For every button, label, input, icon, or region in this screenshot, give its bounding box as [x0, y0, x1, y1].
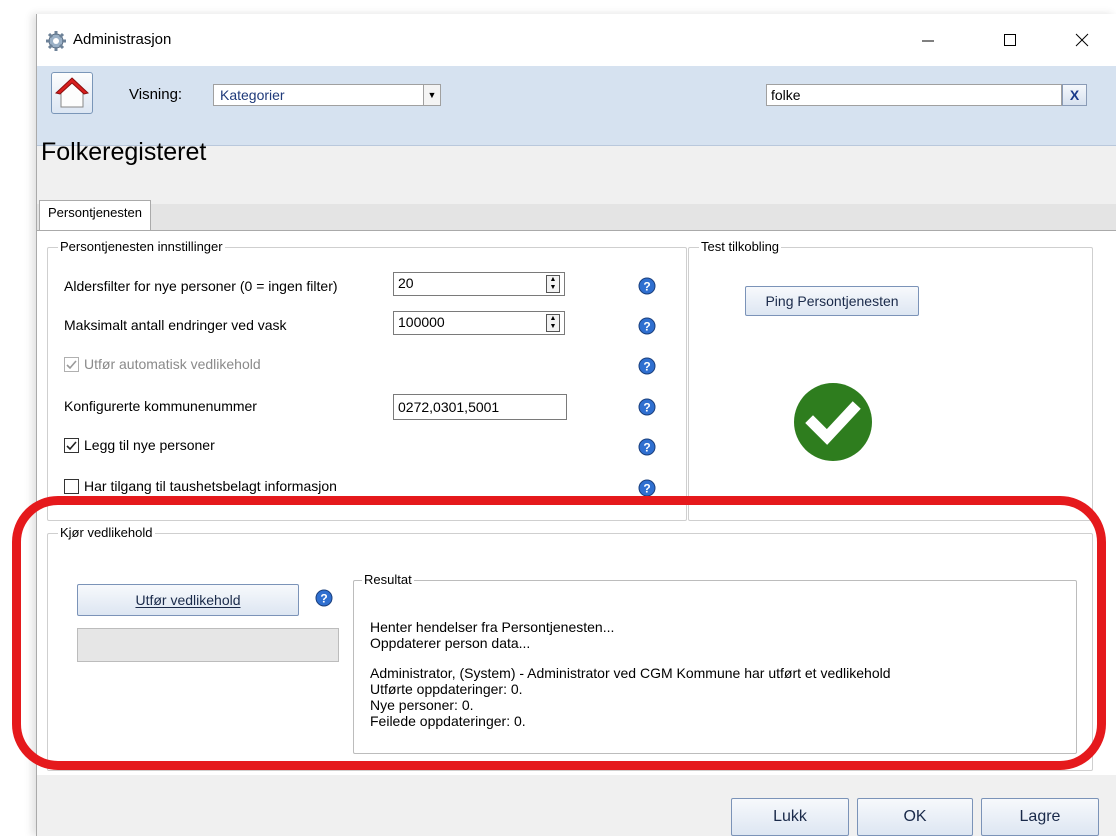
auto-maintenance-checkbox[interactable] — [64, 357, 79, 372]
close-button[interactable]: Lukk — [731, 798, 849, 836]
checkmark-icon — [66, 360, 77, 370]
ping-button[interactable]: Ping Persontjenesten — [745, 286, 919, 316]
maximize-button[interactable] — [987, 24, 1033, 56]
spin-up-icon[interactable]: ▲ — [550, 315, 557, 323]
svg-text:?: ? — [643, 360, 650, 374]
minimize-button[interactable] — [905, 24, 951, 56]
age-filter-value: 20 — [398, 275, 414, 291]
title-bar: Administrasjon — [37, 14, 1116, 66]
spin-down-icon[interactable]: ▼ — [550, 323, 557, 331]
help-icon[interactable]: ? — [638, 277, 656, 295]
run-maintenance-button[interactable]: Utfør vedlikehold — [77, 584, 299, 616]
visning-label: Visning: — [129, 86, 183, 103]
tab-persontjenesten[interactable]: Persontjenesten — [39, 200, 151, 230]
result-line: Administrator, (System) - Administrator … — [370, 665, 891, 681]
municipality-field[interactable]: 0272,0301,5001 — [393, 394, 567, 420]
svg-text:?: ? — [643, 320, 650, 334]
add-new-persons-label: Legg til nye personer — [84, 437, 215, 453]
visning-value: Kategorier — [220, 87, 285, 103]
toolbar: Visning: Kategorier ▼ X — [37, 66, 1116, 146]
svg-text:?: ? — [643, 482, 650, 496]
municipality-value: 0272,0301,5001 — [398, 399, 500, 415]
maintenance-group-title: Kjør vedlikehold — [58, 525, 155, 540]
svg-text:?: ? — [643, 441, 650, 455]
spin-buttons[interactable]: ▲ ▼ — [546, 275, 560, 293]
svg-text:?: ? — [320, 592, 327, 606]
result-line: Oppdaterer person data... — [370, 635, 531, 651]
page-title: Folkeregisteret — [41, 138, 207, 166]
spin-up-icon[interactable]: ▲ — [550, 276, 557, 284]
chevron-down-icon[interactable]: ▼ — [423, 85, 440, 105]
spin-buttons[interactable]: ▲ ▼ — [546, 314, 560, 332]
municipality-label: Konfigurerte kommunenummer — [64, 398, 257, 414]
max-changes-stepper[interactable]: 100000 ▲ ▼ — [393, 311, 565, 335]
run-maintenance-label: Utfør vedlikehold — [135, 592, 241, 608]
result-log: Henter hendelser fra Persontjenesten... … — [370, 619, 891, 729]
result-title: Resultat — [362, 572, 414, 587]
maintenance-progress-bar — [77, 628, 339, 662]
settings-group-title: Persontjenesten innstillinger — [58, 239, 225, 254]
spin-down-icon[interactable]: ▼ — [550, 284, 557, 292]
result-line: Feilede oppdateringer: 0. — [370, 713, 526, 729]
search-clear-button[interactable]: X — [1062, 84, 1087, 106]
max-changes-label: Maksimalt antall endringer ved vask — [64, 317, 287, 333]
age-filter-label: Aldersfilter for nye personer (0 = ingen… — [64, 278, 338, 294]
result-line: Nye personer: 0. — [370, 697, 474, 713]
close-window-button[interactable] — [1059, 24, 1105, 56]
result-line-blank — [370, 651, 891, 665]
window-title: Administrasjon — [73, 31, 172, 48]
help-icon[interactable]: ? — [638, 398, 656, 416]
result-line: Henter hendelser fra Persontjenesten... — [370, 619, 615, 635]
home-icon — [55, 77, 89, 108]
visning-dropdown[interactable]: Kategorier ▼ — [213, 84, 441, 106]
maximize-icon — [1004, 34, 1016, 46]
test-connection-title: Test tilkobling — [699, 239, 782, 254]
svg-text:?: ? — [643, 280, 650, 294]
home-button[interactable] — [51, 72, 93, 114]
save-button[interactable]: Lagre — [981, 798, 1099, 836]
svg-text:?: ? — [643, 401, 650, 415]
age-filter-stepper[interactable]: 20 ▲ ▼ — [393, 272, 565, 296]
confidential-access-checkbox[interactable] — [64, 479, 79, 494]
success-checkmark-icon — [794, 383, 872, 461]
help-icon[interactable]: ? — [638, 438, 656, 456]
confidential-access-label: Har tilgang til taushetsbelagt informasj… — [84, 478, 337, 494]
max-changes-value: 100000 — [398, 314, 445, 330]
checkmark-icon — [66, 441, 77, 451]
help-icon[interactable]: ? — [638, 479, 656, 497]
result-line: Utførte oppdateringer: 0. — [370, 681, 523, 697]
minimize-icon — [922, 40, 934, 42]
help-icon[interactable]: ? — [315, 589, 333, 607]
add-new-persons-checkbox[interactable] — [64, 438, 79, 453]
close-icon — [1075, 33, 1089, 47]
help-icon[interactable]: ? — [638, 357, 656, 375]
ok-button[interactable]: OK — [857, 798, 973, 836]
admin-window: Administrasjon Visning: Kategorier ▼ X F… — [36, 14, 1116, 836]
search-input[interactable] — [766, 84, 1062, 106]
help-icon[interactable]: ? — [638, 317, 656, 335]
gear-icon — [46, 31, 66, 51]
tab-strip — [37, 204, 1116, 230]
auto-maintenance-label: Utfør automatisk vedlikehold — [84, 356, 261, 372]
